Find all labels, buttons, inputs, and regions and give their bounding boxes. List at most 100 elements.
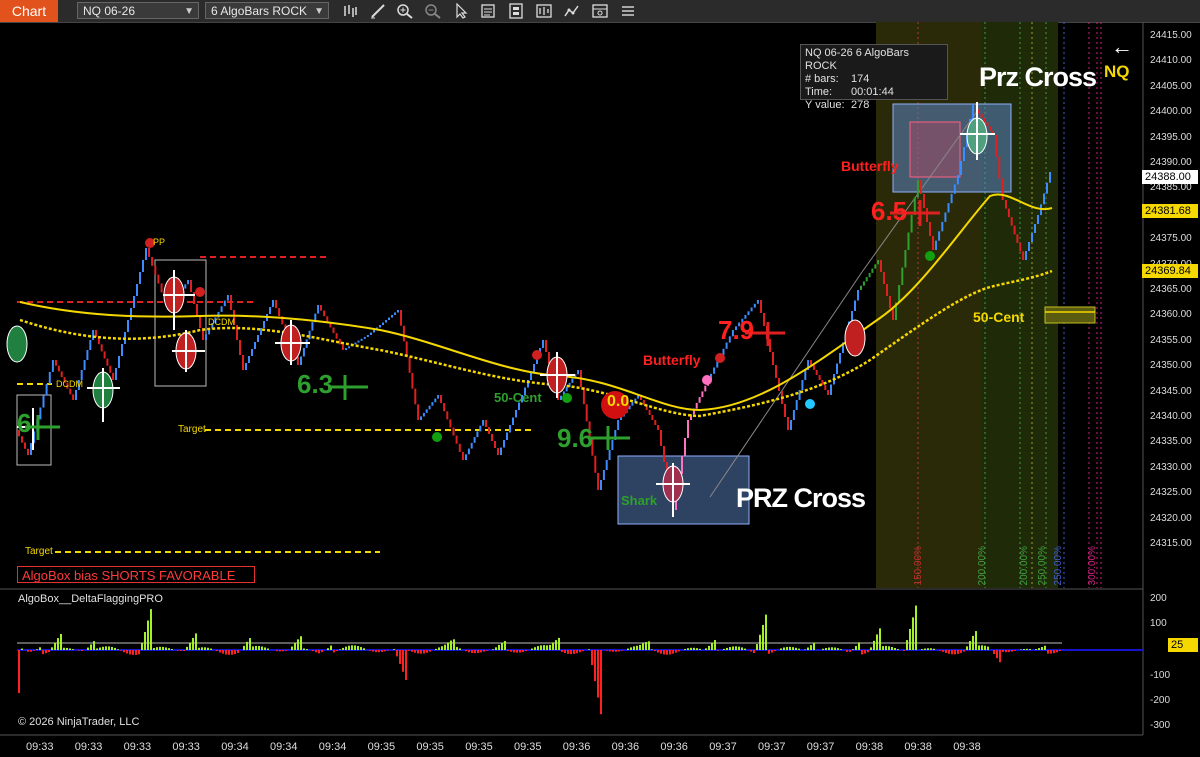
price-bar (400, 310, 402, 326)
delta-bar (465, 650, 467, 652)
price-tick: 24395.00 (1150, 131, 1192, 143)
delta-bar (879, 628, 881, 650)
price-bar (251, 349, 253, 356)
delta-bar (87, 647, 89, 650)
delta-bar (909, 628, 911, 650)
price-tick: 24410.00 (1150, 55, 1192, 67)
properties-icon[interactable] (591, 3, 609, 19)
chart-tab[interactable]: Chart (0, 0, 58, 22)
delta-bar (549, 644, 551, 650)
cursor-icon[interactable] (452, 3, 470, 19)
price-bar (363, 336, 366, 339)
price-bar (311, 322, 314, 331)
price-bar (414, 388, 417, 405)
price-bar (871, 268, 874, 273)
delta-bar (336, 650, 338, 651)
price-bar (980, 113, 983, 118)
price-bar (998, 156, 1001, 179)
price-bar (470, 442, 473, 449)
delta-bar (399, 650, 401, 664)
price-bar (434, 398, 437, 403)
delta-bar (1011, 650, 1013, 652)
delta-bar (33, 650, 35, 651)
delta-bar (966, 646, 968, 650)
price-bar (932, 236, 934, 250)
delta-bar (582, 650, 584, 652)
delta-bar (27, 650, 29, 652)
delta-bar (156, 647, 158, 650)
delta-bar (942, 650, 944, 652)
delta-bar (618, 650, 620, 652)
delta-bar (630, 647, 632, 650)
price-bar (391, 315, 393, 318)
delta-bar (675, 650, 677, 653)
delta-bar (57, 638, 59, 650)
instrument-select[interactable]: NQ 06-26 ▼ (77, 2, 199, 19)
data-box-icon[interactable] (479, 3, 497, 19)
price-bar (275, 300, 277, 309)
time-tick: 09:33 (172, 741, 200, 753)
delta-bar (945, 650, 947, 653)
price-bar (300, 356, 302, 365)
price-bar (109, 365, 112, 373)
price-bar (341, 344, 344, 350)
delta-bar (159, 646, 161, 650)
delta-bar (123, 650, 125, 653)
signal-value-63: 6.3 (297, 369, 334, 399)
price-bar (944, 212, 947, 222)
delta-bar (93, 641, 95, 650)
strategy-icon[interactable] (563, 3, 581, 19)
delta-bar (408, 650, 410, 651)
delta-bar (507, 650, 509, 652)
time-tick: 09:33 (74, 741, 103, 753)
price-bar (370, 332, 372, 335)
templates-icon[interactable] (535, 3, 553, 19)
delta-bar (783, 647, 785, 650)
delta-bar (804, 649, 806, 650)
price-bar (787, 417, 789, 430)
zoom-in-icon[interactable] (396, 3, 414, 19)
delta-bar (498, 644, 500, 650)
delta-bar (858, 642, 860, 650)
delta-bar (234, 650, 236, 655)
signal-value-96: 9.6 (557, 423, 594, 453)
delta-bar (867, 650, 869, 653)
delta-bar (447, 642, 449, 650)
chart-trader-icon[interactable] (507, 3, 525, 19)
back-arrow-icon[interactable]: ← (1111, 34, 1133, 60)
zoom-out-icon[interactable] (424, 3, 442, 19)
bar-style-icon[interactable] (341, 3, 359, 19)
delta-bar (246, 641, 248, 650)
delta-bar (333, 650, 335, 653)
delta-bar (165, 647, 167, 650)
price-bar (648, 410, 651, 415)
delta-bar (579, 650, 581, 653)
price-bar (127, 320, 129, 332)
delta-bar (609, 650, 611, 652)
prz-inner-box (909, 121, 961, 178)
draw-tool-icon[interactable] (369, 3, 387, 19)
delta-bar (267, 648, 269, 650)
price-tick: 24365.00 (1150, 284, 1192, 295)
chart-canvas[interactable] (0, 22, 1200, 757)
delta-bar (201, 647, 203, 650)
delta-bar (438, 647, 440, 650)
trend-line (709, 271, 863, 498)
delta-bar (417, 650, 419, 654)
indicator-title: AlgoBox__DeltaFlaggingPRO (18, 593, 163, 605)
price-bar (411, 372, 414, 389)
delta-bar (552, 642, 554, 650)
price-bar (684, 438, 686, 456)
price-bar (500, 447, 502, 455)
target-label-2: Target (25, 546, 53, 557)
bartype-select[interactable]: 6 AlgoBars ROCK ▼ (205, 2, 329, 19)
indicators-icon[interactable] (619, 3, 637, 19)
delta-bar (1056, 650, 1058, 653)
price-bar (602, 470, 605, 480)
info-row-bars: # bars: 174 (805, 73, 870, 85)
price-bar (824, 385, 827, 390)
delta-bar (297, 639, 299, 650)
delta-bar (756, 644, 758, 650)
price-bar (133, 296, 135, 308)
price-bar (701, 391, 704, 398)
